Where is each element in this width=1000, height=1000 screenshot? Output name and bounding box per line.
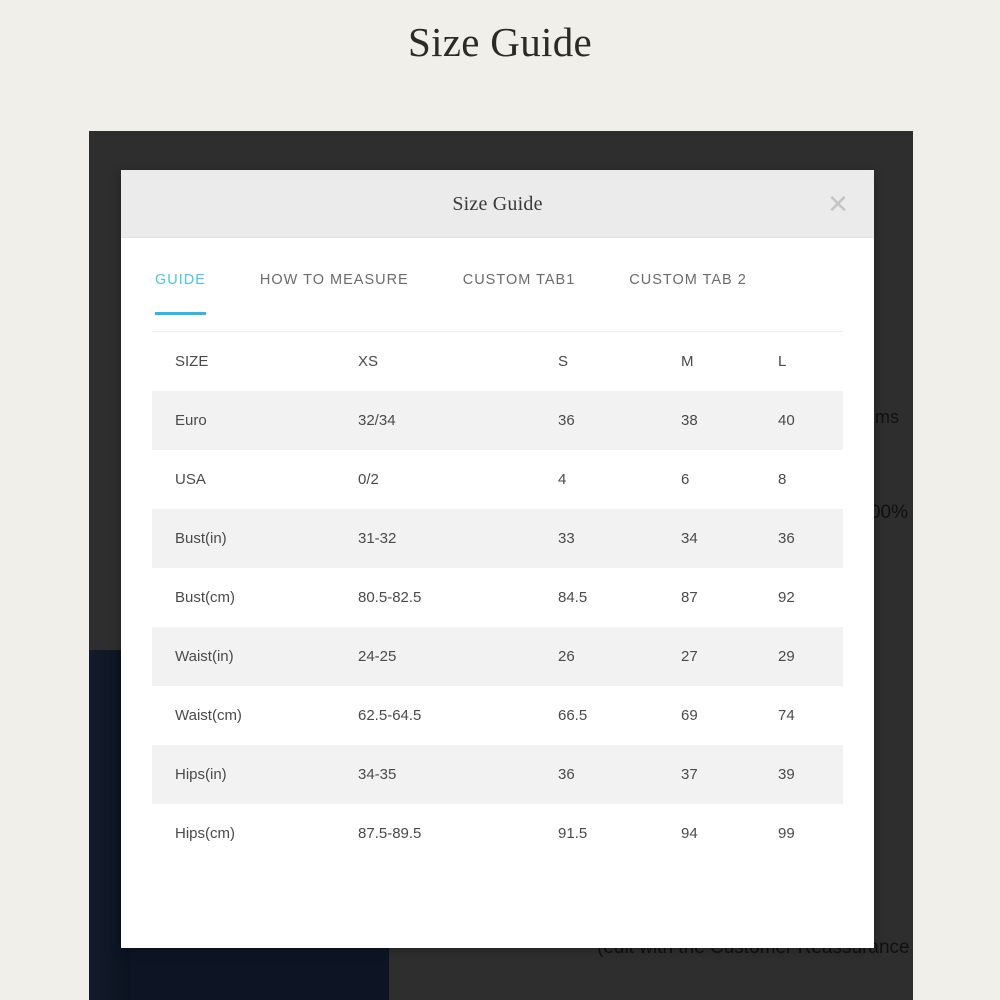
- column-header-l: L: [778, 352, 787, 370]
- cell-l: 8: [778, 470, 787, 488]
- cell-xs: 34-35: [358, 765, 397, 783]
- tab-how-to-measure[interactable]: HOW TO MEASURE: [260, 246, 409, 315]
- cell-s: 36: [558, 411, 575, 429]
- column-header-size: SIZE: [175, 352, 209, 370]
- cell-l: 39: [778, 765, 795, 783]
- cell-s: 36: [558, 765, 575, 783]
- table-row: USA 0/2 4 6 8: [152, 449, 843, 509]
- cell-l: 29: [778, 647, 795, 665]
- cell-m: 87: [681, 588, 698, 606]
- row-label: Waist(in): [175, 647, 234, 665]
- column-header-m: M: [681, 352, 694, 370]
- column-header-xs: XS: [358, 352, 379, 370]
- page-title: Size Guide: [407, 19, 593, 65]
- table-row: Hips(in) 34-35 36 37 39: [152, 744, 843, 804]
- cell-xs: 87.5-89.5: [358, 824, 422, 842]
- cell-m: 69: [681, 706, 698, 724]
- cell-xs: 80.5-82.5: [358, 588, 422, 606]
- close-icon[interactable]: ✕: [820, 170, 856, 238]
- cell-s: 91.5: [558, 824, 588, 842]
- size-table-container: SIZE XS S M L Euro 32/34 36 38 40 USA 0/: [121, 323, 874, 863]
- cell-xs: 0/2: [358, 470, 379, 488]
- cell-xs: 31-32: [358, 529, 397, 547]
- background-text-fragment-2: 00%: [869, 502, 908, 523]
- background-text-fragment-1: ms: [875, 407, 899, 427]
- cell-m: 37: [681, 765, 698, 783]
- modal-header: Size Guide ✕: [121, 170, 874, 238]
- column-header-s: S: [558, 352, 569, 370]
- table-row: Hips(cm) 87.5-89.5 91.5 94 99: [152, 803, 843, 863]
- cell-s: 66.5: [558, 706, 588, 724]
- cell-s: 33: [558, 529, 575, 547]
- size-guide-modal: Size Guide ✕ GUIDE HOW TO MEASURE CUSTOM…: [121, 170, 874, 948]
- table-row: Bust(in) 31-32 33 34 36: [152, 508, 843, 568]
- cell-m: 94: [681, 824, 698, 842]
- cell-l: 99: [778, 824, 795, 842]
- modal-tabs: GUIDE HOW TO MEASURE CUSTOM TAB1 CUSTOM …: [121, 238, 874, 323]
- cell-xs: 24-25: [358, 647, 397, 665]
- table-row: Bust(cm) 80.5-82.5 84.5 87 92: [152, 567, 843, 627]
- cell-s: 4: [558, 470, 567, 488]
- size-table: SIZE XS S M L Euro 32/34 36 38 40 USA 0/: [152, 331, 843, 863]
- cell-m: 38: [681, 411, 698, 429]
- row-label: Waist(cm): [175, 706, 242, 724]
- cell-xs: 32/34: [358, 411, 396, 429]
- table-row: Waist(in) 24-25 26 27 29: [152, 626, 843, 686]
- row-label: USA: [175, 470, 206, 488]
- row-label: Bust(in): [175, 529, 227, 547]
- cell-m: 6: [681, 470, 690, 488]
- row-label: Euro: [175, 411, 207, 429]
- row-label: Bust(cm): [175, 588, 235, 606]
- size-table-body: Euro 32/34 36 38 40 USA 0/2 4 6 8 Bust(i…: [152, 390, 843, 863]
- table-header-row: SIZE XS S M L: [152, 332, 843, 391]
- cell-l: 36: [778, 529, 795, 547]
- cell-l: 74: [778, 706, 795, 724]
- cell-s: 26: [558, 647, 575, 665]
- cell-xs: 62.5-64.5: [358, 706, 422, 724]
- table-row: Euro 32/34 36 38 40: [152, 390, 843, 450]
- tab-custom-tab1[interactable]: CUSTOM TAB1: [463, 246, 576, 315]
- cell-l: 92: [778, 588, 795, 606]
- row-label: Hips(cm): [175, 824, 235, 842]
- cell-m: 27: [681, 647, 698, 665]
- row-label: Hips(in): [175, 765, 227, 783]
- size-table-head: SIZE XS S M L: [152, 332, 843, 391]
- cell-m: 34: [681, 529, 698, 547]
- tab-guide[interactable]: GUIDE: [155, 246, 206, 315]
- cell-l: 40: [778, 411, 795, 429]
- cell-s: 84.5: [558, 588, 588, 606]
- modal-title: Size Guide: [452, 193, 543, 215]
- table-row: Waist(cm) 62.5-64.5 66.5 69 74: [152, 685, 843, 745]
- tab-custom-tab-2[interactable]: CUSTOM TAB 2: [629, 246, 747, 315]
